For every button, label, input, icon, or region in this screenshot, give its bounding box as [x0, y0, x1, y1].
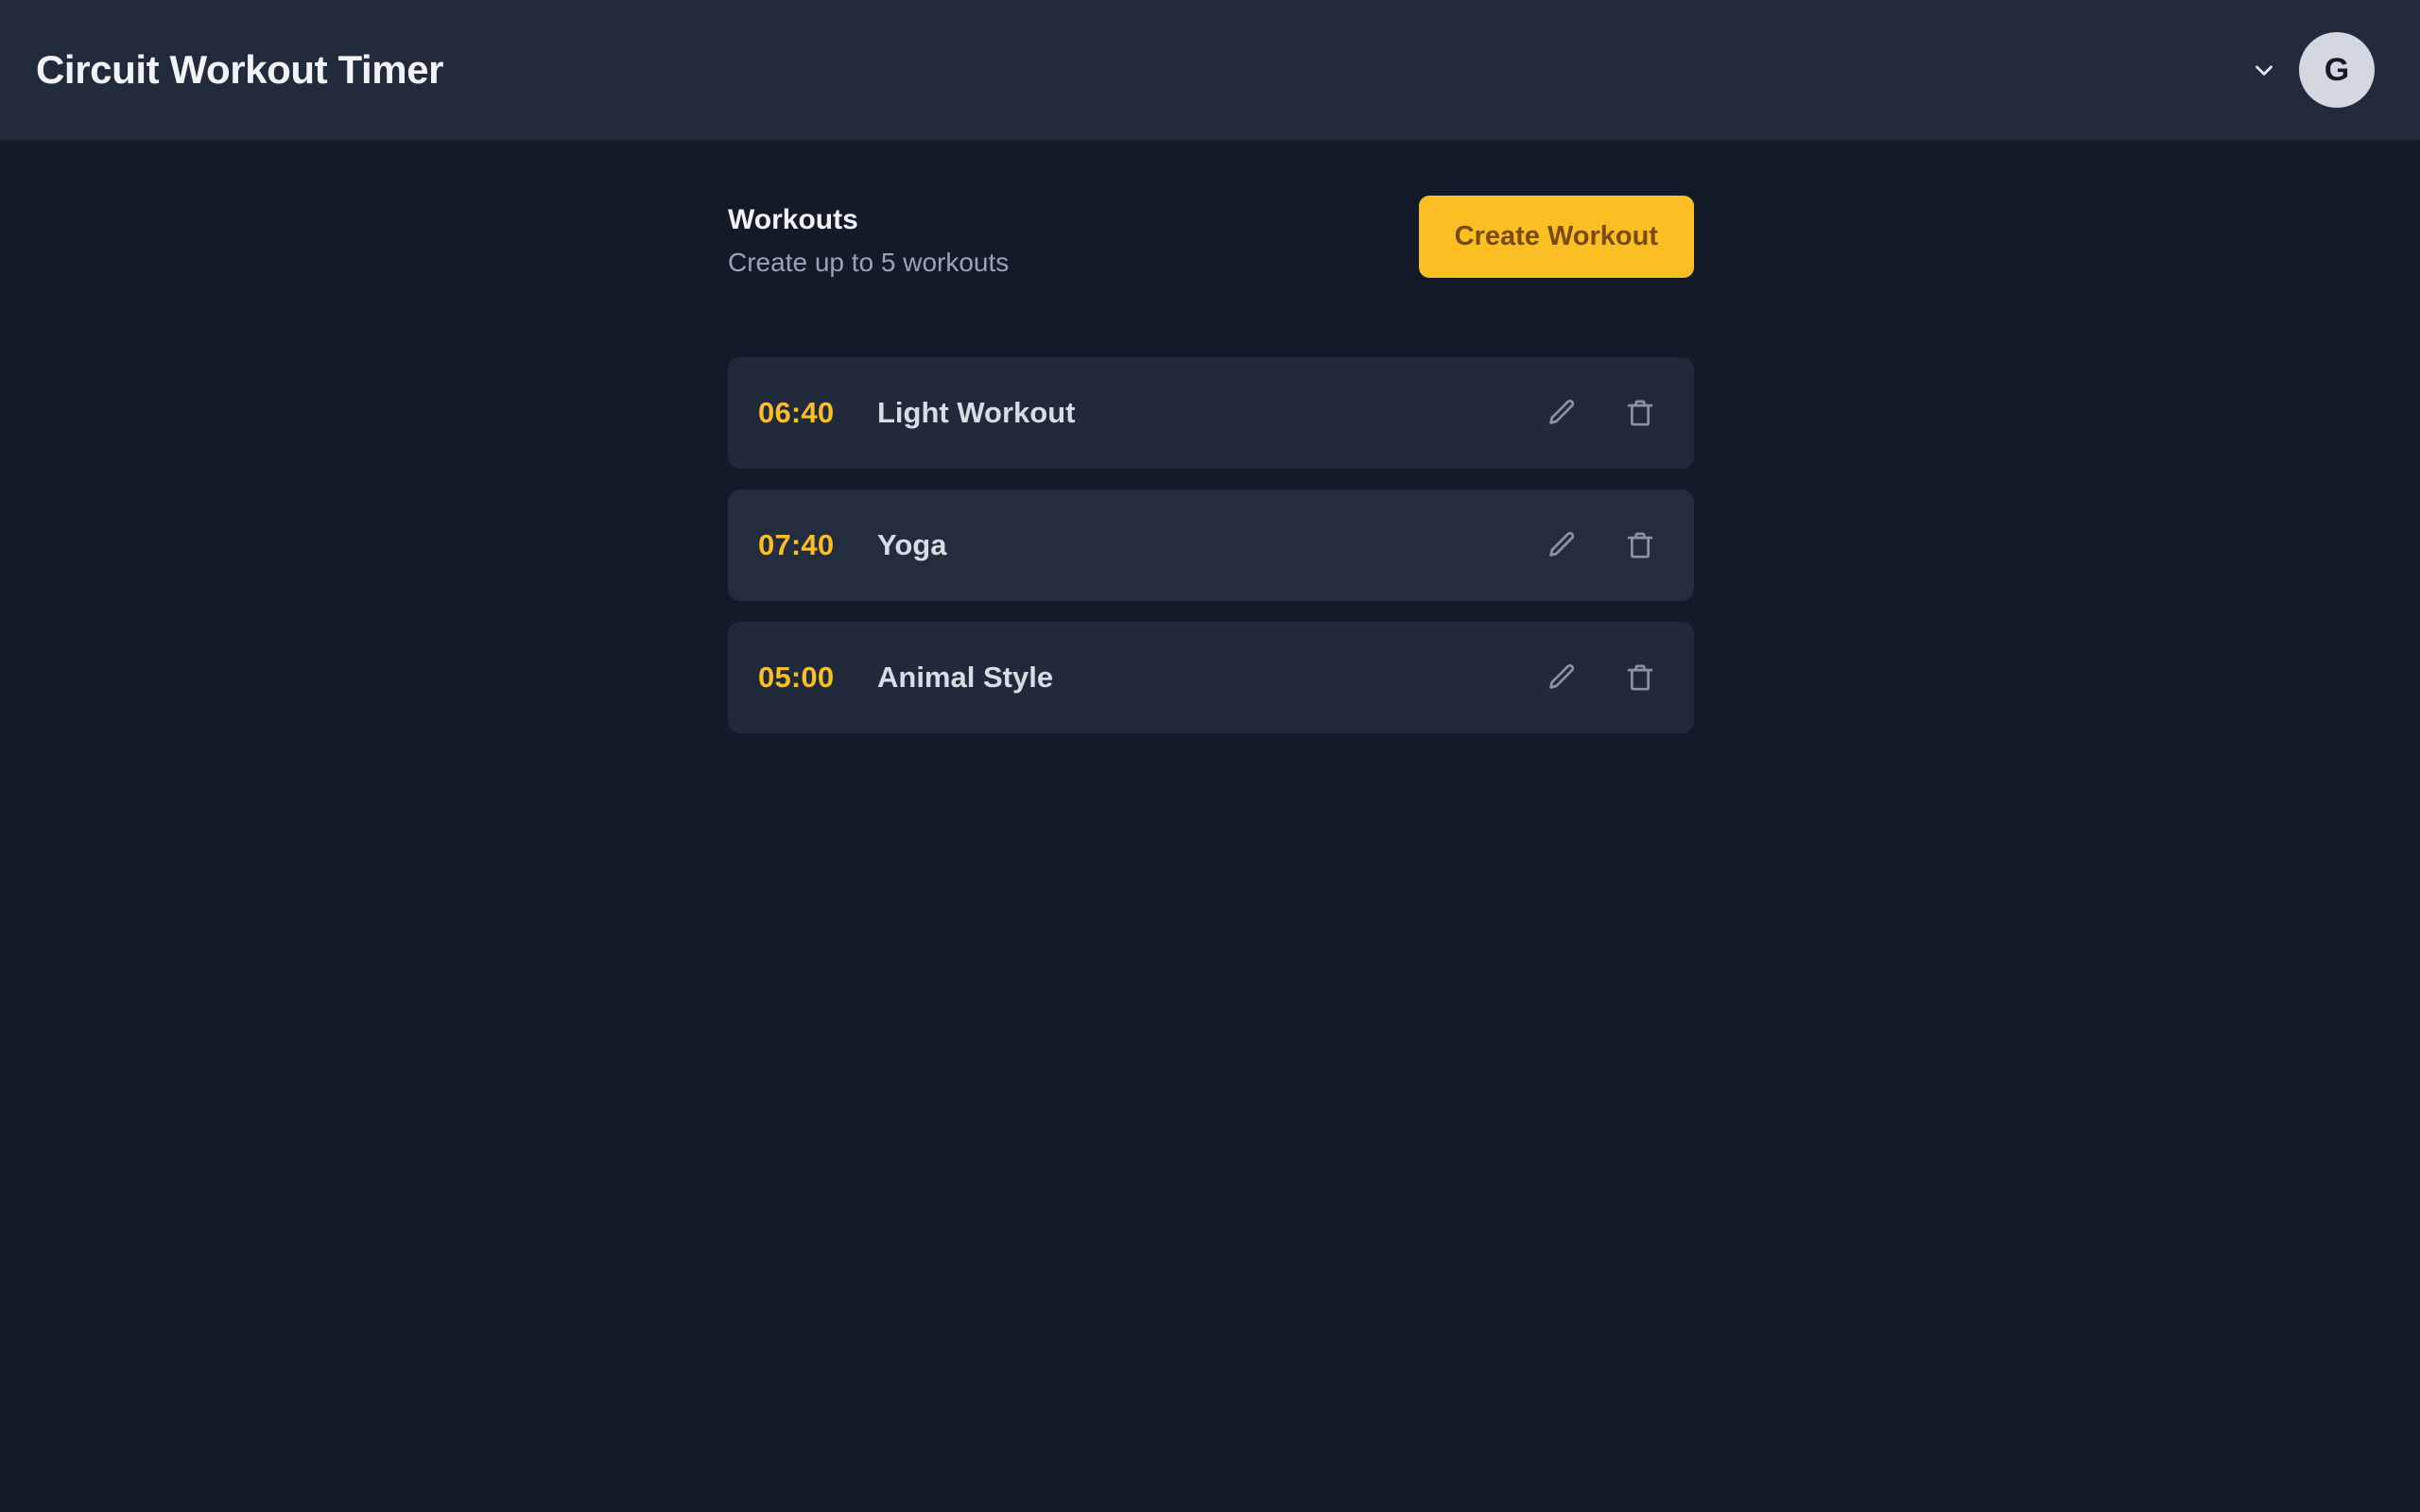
workout-list: 06:40 Light Workout 07:40 Yoga 05:00 Animal S… — [728, 357, 1694, 733]
app-header: Circuit Workout Timer G — [0, 0, 2420, 140]
workout-name: Light Workout — [877, 396, 1076, 429]
workouts-subtitle: Create up to 5 workouts — [728, 247, 1010, 277]
avatar-initial: G — [2324, 52, 2350, 88]
row-actions — [1539, 391, 1662, 435]
workout-row[interactable]: 05:00 Animal Style — [728, 622, 1694, 733]
edit-workout-button[interactable] — [1539, 524, 1582, 567]
account-menu[interactable]: G — [2250, 32, 2375, 108]
page-title: Circuit Workout Timer — [36, 47, 444, 92]
pencil-icon — [1545, 529, 1577, 561]
pencil-icon — [1545, 662, 1577, 694]
pencil-icon — [1545, 397, 1577, 429]
edit-workout-button[interactable] — [1539, 656, 1582, 699]
chevron-down-icon[interactable] — [2250, 56, 2278, 84]
row-actions — [1539, 524, 1662, 567]
workout-row[interactable]: 06:40 Light Workout — [728, 357, 1694, 469]
delete-workout-button[interactable] — [1618, 656, 1662, 699]
create-workout-button[interactable]: Create Workout — [1418, 196, 1694, 278]
workout-row[interactable]: 07:40 Yoga — [728, 490, 1694, 601]
trash-icon — [1624, 397, 1656, 429]
workout-name: Yoga — [877, 528, 947, 561]
workouts-heading-group: Workouts Create up to 5 workouts — [728, 195, 1009, 283]
workout-time: 06:40 — [758, 396, 835, 429]
workout-time: 07:40 — [758, 528, 835, 561]
workouts-section-header: Workouts Create up to 5 workouts Create … — [728, 195, 1694, 299]
workouts-heading: Workouts — [728, 204, 858, 235]
edit-workout-button[interactable] — [1539, 391, 1582, 435]
trash-icon — [1624, 662, 1656, 694]
delete-workout-button[interactable] — [1618, 391, 1662, 435]
trash-icon — [1624, 529, 1656, 561]
workout-name: Animal Style — [877, 661, 1054, 694]
delete-workout-button[interactable] — [1618, 524, 1662, 567]
content-column: Workouts Create up to 5 workouts Create … — [728, 195, 1694, 733]
main-content: Workouts Create up to 5 workouts Create … — [0, 140, 2420, 733]
row-actions — [1539, 656, 1662, 699]
avatar[interactable]: G — [2299, 32, 2375, 108]
workout-time: 05:00 — [758, 661, 835, 694]
